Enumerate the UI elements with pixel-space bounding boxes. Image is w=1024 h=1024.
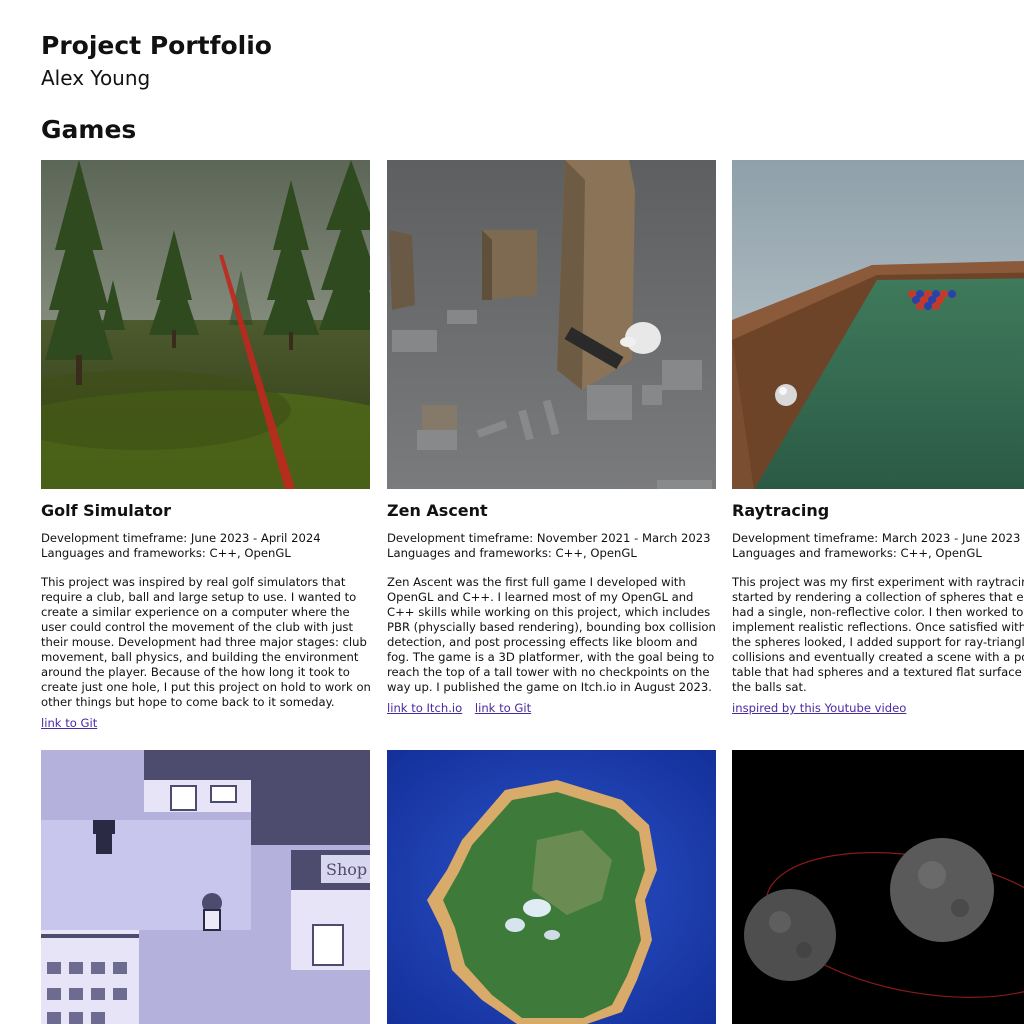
project-card-pixel-town: Shop xyxy=(41,750,381,1024)
project-languages: Languages and frameworks: C++, OpenGL xyxy=(41,546,291,560)
pool-table-screenshot xyxy=(732,160,1024,489)
project-links: inspired by this Youtube video xyxy=(732,701,1024,716)
svg-text:Shop: Shop xyxy=(326,860,367,879)
project-links: link to Git xyxy=(41,716,381,731)
git-link[interactable]: link to Git xyxy=(475,701,531,715)
project-title: Zen Ascent xyxy=(387,501,488,520)
golf-course-screenshot xyxy=(41,160,370,489)
itch-link[interactable]: link to Itch.io xyxy=(387,701,462,715)
project-links: link to Itch.io link to Git xyxy=(387,701,727,716)
platformer-tower-screenshot xyxy=(387,160,716,489)
project-card-asteroids xyxy=(732,750,1024,1024)
project-description: This project was inspired by real golf s… xyxy=(41,575,371,709)
project-card-raytracing: Raytracing Development timeframe: March … xyxy=(732,160,1024,716)
project-title: Raytracing xyxy=(732,501,830,520)
project-card-golf: Golf Simulator Development timeframe: Ju… xyxy=(41,160,381,731)
project-card-zen-ascent: Zen Ascent Development timeframe: Novemb… xyxy=(387,160,727,716)
project-meta: Development timeframe: March 2023 - June… xyxy=(732,531,1024,561)
asteroids-orbit-screenshot xyxy=(732,750,1024,1024)
project-description: This project was my first experiment wit… xyxy=(732,575,1024,694)
section-title-games: Games xyxy=(41,115,137,144)
project-languages: Languages and frameworks: C++, OpenGL xyxy=(387,546,637,560)
terrain-island-screenshot xyxy=(387,750,716,1024)
git-link[interactable]: link to Git xyxy=(41,716,97,730)
project-timeframe: Development timeframe: March 2023 - June… xyxy=(732,531,1021,545)
project-timeframe: Development timeframe: November 2021 - M… xyxy=(387,531,711,545)
page-title: Project Portfolio xyxy=(41,31,272,60)
pixel-town-screenshot: Shop xyxy=(41,750,370,1024)
project-description: Zen Ascent was the first full game I dev… xyxy=(387,575,716,694)
project-card-terrain xyxy=(387,750,727,1024)
author-name: Alex Young xyxy=(41,66,151,90)
youtube-link[interactable]: inspired by this Youtube video xyxy=(732,701,906,715)
project-meta: Development timeframe: November 2021 - M… xyxy=(387,531,727,561)
project-languages: Languages and frameworks: C++, OpenGL xyxy=(732,546,982,560)
project-timeframe: Development timeframe: June 2023 - April… xyxy=(41,531,321,545)
project-title: Golf Simulator xyxy=(41,501,172,520)
project-meta: Development timeframe: June 2023 - April… xyxy=(41,531,381,561)
